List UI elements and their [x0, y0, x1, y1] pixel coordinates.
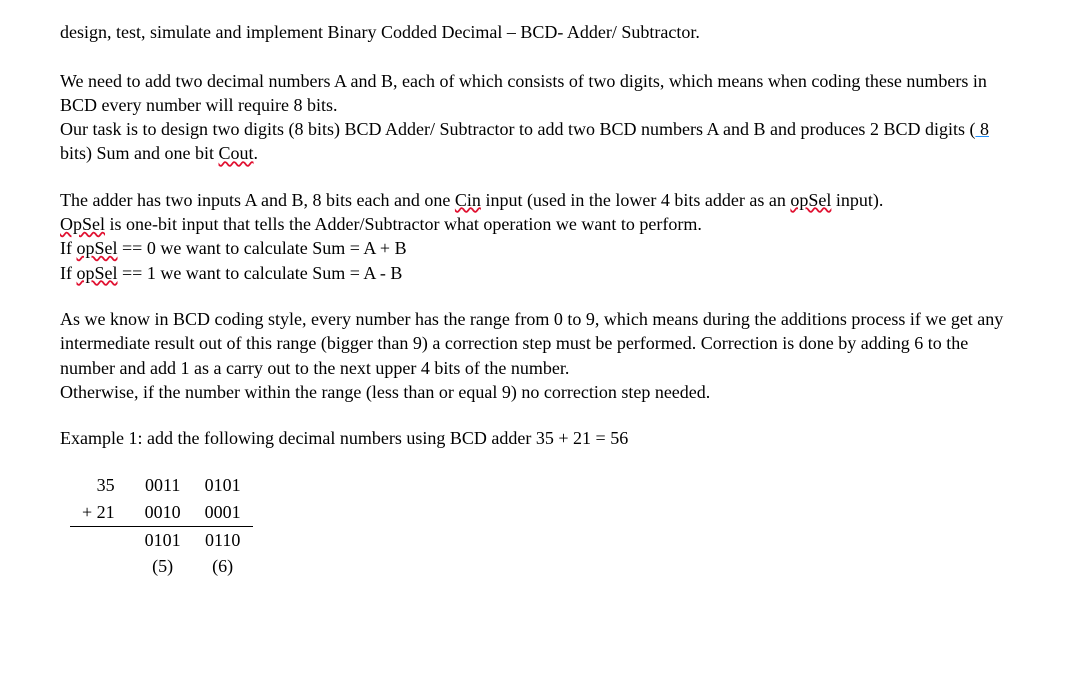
calc-cell: 0101 [193, 472, 253, 498]
text: is one-bit input that tells the Adder/Su… [105, 214, 702, 234]
text: The adder has two inputs A and B, 8 bits… [60, 190, 455, 210]
text: input (used in the lower 4 bits adder as… [481, 190, 790, 210]
cout-word: Cout [219, 143, 254, 163]
calc-operand-b: + 21 [70, 499, 133, 527]
table-row: 35 0011 0101 [70, 472, 253, 498]
intro-para-line1: We need to add two decimal numbers A and… [60, 69, 1018, 118]
bcd-range-para: As we know in BCD coding style, every nu… [60, 307, 1018, 380]
opsel-word: opSel [77, 238, 118, 258]
calc-cell: 0010 [133, 499, 193, 527]
cin-word: Cin [455, 190, 481, 210]
calc-sum-low: 0110 [193, 527, 253, 554]
text: If [60, 263, 77, 283]
adder-para-line3: If opSel == 0 we want to calculate Sum =… [60, 236, 1018, 260]
text: == 1 we want to calculate Sum = A - B [118, 263, 403, 283]
adder-para-line4: If opSel == 1 we want to calculate Sum =… [60, 261, 1018, 285]
calc-cell: 0011 [133, 472, 193, 498]
title-rest: , test, simulate and implement Binary Co… [107, 22, 700, 42]
calc-empty [70, 527, 133, 554]
table-row: (5) (6) [70, 553, 253, 579]
calc-operand-a: 35 [70, 472, 133, 498]
text: . [254, 143, 259, 163]
bcd-range-para-otherwise: Otherwise, if the number within the rang… [60, 380, 1018, 404]
table-row: + 21 0010 0001 [70, 499, 253, 527]
adder-para-line2: OpSel is one-bit input that tells the Ad… [60, 212, 1018, 236]
text: If [60, 238, 77, 258]
calc-cell: 0001 [193, 499, 253, 527]
adder-para-line1: The adder has two inputs A and B, 8 bits… [60, 188, 1018, 212]
calc-digit-low: (6) [193, 553, 253, 579]
table-row: 0101 0110 [70, 527, 253, 554]
opsel-word: opSel [790, 190, 831, 210]
title-line: design, test, simulate and implement Bin… [60, 20, 1018, 44]
intro-para-line2: Our task is to design two digits (8 bits… [60, 117, 1018, 166]
text: input). [831, 190, 883, 210]
text: Our task is to design two digits (8 bits… [60, 119, 975, 139]
calculation-table: 35 0011 0101 + 21 0010 0001 0101 0110 (5… [70, 472, 253, 579]
calc-sum-high: 0101 [133, 527, 193, 554]
text: == 0 we want to calculate Sum = A + B [118, 238, 407, 258]
title-word: design [60, 22, 107, 42]
calc-empty [70, 553, 133, 579]
example-label: Example 1: add the following decimal num… [60, 426, 1018, 450]
opsel-word: opSel [77, 263, 118, 283]
eight-bits: 8 [975, 119, 989, 139]
calc-digit-high: (5) [133, 553, 193, 579]
text: bits) Sum and one bit [60, 143, 219, 163]
opsel-cap-word: OpSel [60, 214, 105, 234]
